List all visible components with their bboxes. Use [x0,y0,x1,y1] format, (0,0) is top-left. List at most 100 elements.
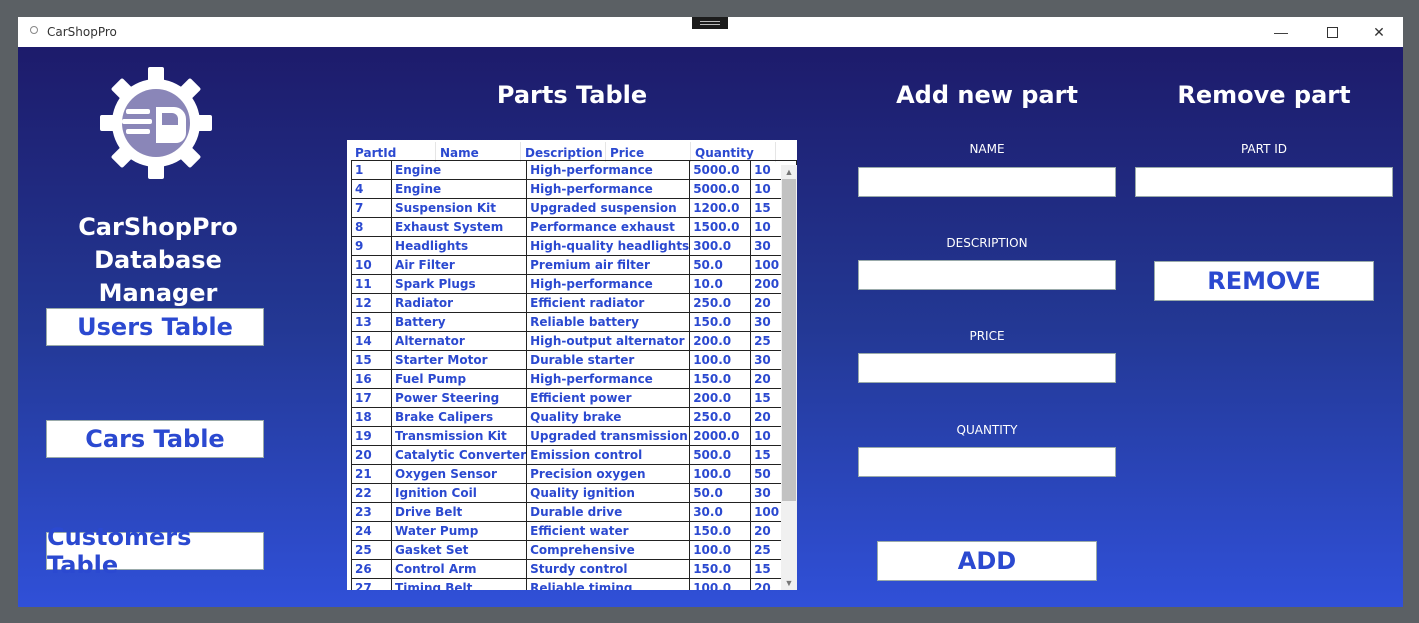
users-table-button[interactable]: Users Table [46,308,264,346]
cell-description[interactable]: Comprehensive [526,540,691,560]
cell-description[interactable]: High-performance [526,274,691,294]
cell-price[interactable]: 1500.0 [689,217,752,237]
cell-price[interactable]: 150.0 [689,369,752,389]
add-button[interactable]: ADD [877,541,1097,581]
cell-partid[interactable]: 7 [350,198,393,218]
cell-price[interactable]: 100.0 [689,578,752,590]
cell-partid[interactable]: 1 [350,160,393,180]
scroll-up-icon[interactable]: ▲ [781,165,797,179]
table-row[interactable]: 27 Timing Belt Reliable timing 100.0 20 [350,578,797,590]
cars-table-button[interactable]: Cars Table [46,420,264,458]
cell-price[interactable]: 50.0 [689,255,752,275]
cell-partid[interactable]: 23 [350,502,393,522]
cell-description[interactable]: Performance exhaust [526,217,691,237]
cell-price[interactable]: 1200.0 [689,198,752,218]
cell-price[interactable]: 100.0 [689,540,752,560]
cell-description[interactable]: High-quality headlights [526,236,691,256]
cell-partid[interactable]: 24 [350,521,393,541]
cell-partid[interactable]: 4 [350,179,393,199]
table-row[interactable]: 15 Starter Motor Durable starter 100.0 30 [350,350,797,370]
cell-price[interactable]: 30.0 [689,502,752,522]
parts-data-grid[interactable]: PartId Name Description Price Quantity 1… [347,140,797,590]
close-button[interactable]: ✕ [1356,17,1402,47]
cell-price[interactable]: 200.0 [689,388,752,408]
cell-name[interactable]: Transmission Kit [391,426,528,446]
table-row[interactable]: 24 Water Pump Efficient water 150.0 20 [350,521,797,541]
cell-price[interactable]: 5000.0 [689,179,752,199]
cell-description[interactable]: Efficient radiator [526,293,691,313]
cell-partid[interactable]: 26 [350,559,393,579]
cell-partid[interactable]: 19 [350,426,393,446]
table-row[interactable]: 4 Engine High-performance 5000.0 10 [350,179,797,199]
table-row[interactable]: 19 Transmission Kit Upgraded transmission 2… [350,426,797,446]
grid-scrollbar[interactable]: ▲ ▼ [781,165,797,590]
cell-name[interactable]: Ignition Coil [391,483,528,503]
cell-partid[interactable]: 11 [350,274,393,294]
cell-name[interactable]: Oxygen Sensor [391,464,528,484]
customers-table-button[interactable]: Customers Table [46,523,264,579]
cell-name[interactable]: Control Arm [391,559,528,579]
cell-description[interactable]: Efficient power [526,388,691,408]
cell-price[interactable]: 250.0 [689,293,752,313]
table-row[interactable]: 14 Alternator High-output alternator 200.0 2… [350,331,797,351]
table-row[interactable]: 7 Suspension Kit Upgraded suspension 1200.0… [350,198,797,218]
drag-handle-icon[interactable] [692,17,728,29]
cell-price[interactable]: 250.0 [689,407,752,427]
cell-partid[interactable]: 25 [350,540,393,560]
cell-description[interactable]: Reliable timing [526,578,691,590]
table-row[interactable]: 22 Ignition Coil Quality ignition 50.0 30 [350,483,797,503]
cell-description[interactable]: High-output alternator [526,331,691,351]
cell-name[interactable]: Starter Motor [391,350,528,370]
cell-partid[interactable]: 8 [350,217,393,237]
cell-partid[interactable]: 17 [350,388,393,408]
cell-partid[interactable]: 10 [350,255,393,275]
cell-name[interactable]: Engine [391,179,528,199]
cell-description[interactable]: Premium air filter [526,255,691,275]
table-row[interactable]: 1 Engine High-performance 5000.0 10 [350,160,797,180]
table-row[interactable]: 12 Radiator Efficient radiator 250.0 20 [350,293,797,313]
cell-description[interactable]: High-performance [526,369,691,389]
cell-description[interactable]: Upgraded suspension [526,198,691,218]
column-header-description[interactable]: Description [521,142,606,162]
price-field[interactable] [858,353,1116,383]
cell-partid[interactable]: 9 [350,236,393,256]
cell-name[interactable]: Water Pump [391,521,528,541]
table-row[interactable]: 11 Spark Plugs High-performance 10.0 200 [350,274,797,294]
cell-price[interactable]: 150.0 [689,312,752,332]
table-row[interactable]: 16 Fuel Pump High-performance 150.0 20 [350,369,797,389]
cell-price[interactable]: 2000.0 [689,426,752,446]
cell-price[interactable]: 150.0 [689,521,752,541]
column-header-partid[interactable]: PartId [351,142,436,162]
cell-name[interactable]: Radiator [391,293,528,313]
cell-name[interactable]: Spark Plugs [391,274,528,294]
cell-description[interactable]: Precision oxygen [526,464,691,484]
title-bar[interactable]: CarShopPro — ✕ [18,17,1403,47]
cell-partid[interactable]: 13 [350,312,393,332]
cell-name[interactable]: Fuel Pump [391,369,528,389]
table-row[interactable]: 17 Power Steering Efficient power 200.0 15 [350,388,797,408]
cell-description[interactable]: Emission control [526,445,691,465]
table-row[interactable]: 26 Control Arm Sturdy control 150.0 15 [350,559,797,579]
cell-partid[interactable]: 12 [350,293,393,313]
cell-name[interactable]: Brake Calipers [391,407,528,427]
remove-button[interactable]: REMOVE [1154,261,1374,301]
part-id-field[interactable] [1135,167,1393,197]
cell-name[interactable]: Battery [391,312,528,332]
name-field[interactable] [858,167,1116,197]
cell-name[interactable]: Drive Belt [391,502,528,522]
table-row[interactable]: 9 Headlights High-quality headlights 300.0 3… [350,236,797,256]
table-row[interactable]: 10 Air Filter Premium air filter 50.0 100 [350,255,797,275]
cell-partid[interactable]: 15 [350,350,393,370]
cell-name[interactable]: Air Filter [391,255,528,275]
cell-description[interactable]: Sturdy control [526,559,691,579]
cell-partid[interactable]: 16 [350,369,393,389]
cell-name[interactable]: Timing Belt [391,578,528,590]
cell-description[interactable]: Efficient water [526,521,691,541]
cell-name[interactable]: Suspension Kit [391,198,528,218]
cell-description[interactable]: Quality brake [526,407,691,427]
cell-price[interactable]: 500.0 [689,445,752,465]
table-row[interactable]: 13 Battery Reliable battery 150.0 30 [350,312,797,332]
cell-description[interactable]: Reliable battery [526,312,691,332]
cell-partid[interactable]: 27 [350,578,393,590]
table-row[interactable]: 21 Oxygen Sensor Precision oxygen 100.0 50 [350,464,797,484]
